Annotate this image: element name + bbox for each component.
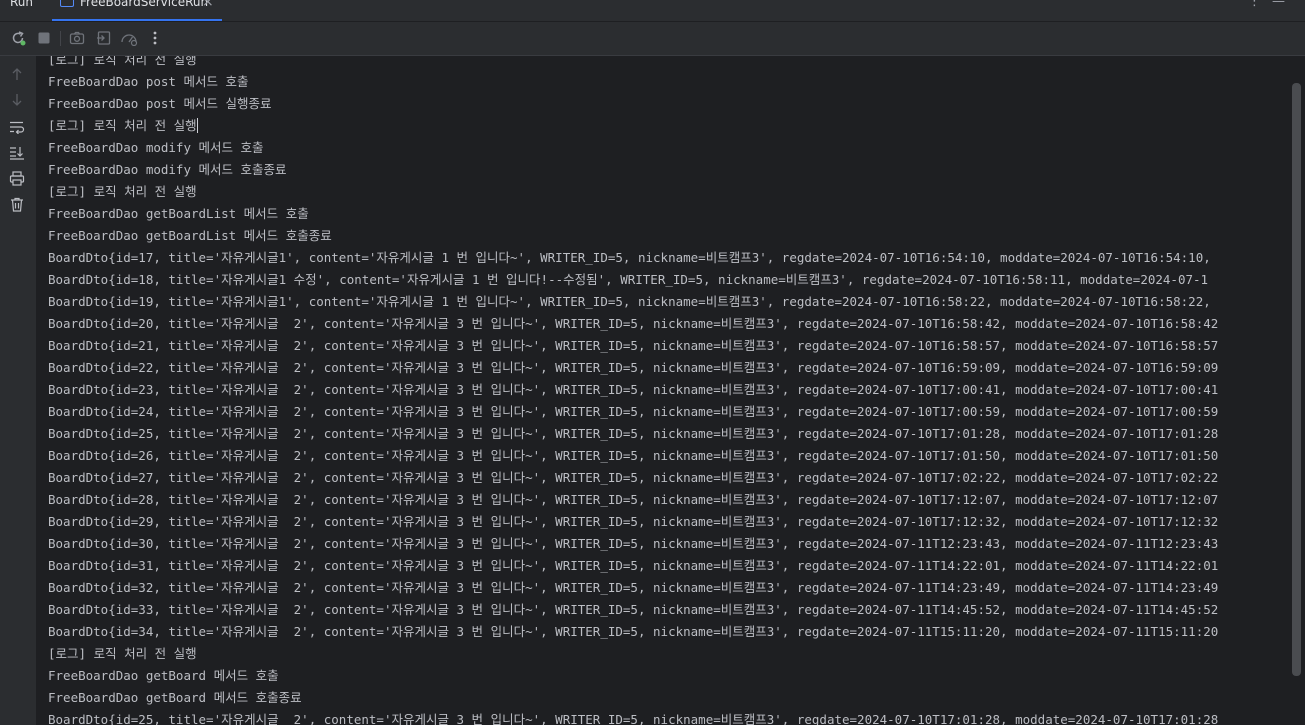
console-line: BoardDto{id=17, title='자유게시글1', content=… — [48, 247, 1218, 269]
console-lines: [로그] 로직 처리 전 실행 FreeBoardDao post 메서드 호출 F… — [48, 56, 1218, 725]
console-line-text: BoardDto{id=18, title='자유게시글1 수정', conte… — [48, 272, 1209, 287]
console-line-text: BoardDto{id=28, title='자유게시글 2', content… — [48, 492, 1219, 507]
console-line-text: BoardDto{id=22, title='자유게시글 2', content… — [48, 360, 1219, 375]
more-vertical-icon[interactable] — [146, 29, 164, 47]
console-line: BoardDto{id=21, title='자유게시글 2', content… — [48, 335, 1218, 357]
arrow-up-icon[interactable] — [8, 65, 26, 83]
console-side-toolbar — [0, 56, 36, 725]
text-caret — [196, 118, 198, 133]
console-line: [로그] 로직 처리 전 실행 — [48, 181, 1218, 203]
console-line-text: FreeBoardDao getBoardList 메서드 호출종료 — [48, 228, 332, 243]
console-line: BoardDto{id=23, title='자유게시글 2', content… — [48, 379, 1218, 401]
exit-icon[interactable] — [95, 29, 113, 47]
console-line-text: BoardDto{id=29, title='자유게시글 2', content… — [48, 514, 1219, 529]
console-tab-icon — [60, 0, 74, 7]
console-line: BoardDto{id=31, title='자유게시글 2', content… — [48, 555, 1218, 577]
more-options-icon[interactable]: ⋮ — [1248, 0, 1261, 9]
console-line: FreeBoardDao modify 메서드 호출 — [48, 137, 1218, 159]
console-line-text: BoardDto{id=23, title='자유게시글 2', content… — [48, 382, 1219, 397]
console-line: BoardDto{id=22, title='자유게시글 2', content… — [48, 357, 1218, 379]
console-line-text: FreeBoardDao post 메서드 호출 — [48, 74, 249, 89]
soft-wrap-icon[interactable] — [8, 118, 26, 136]
dashboard-icon[interactable] — [120, 29, 138, 47]
console-line-text: FreeBoardDao modify 메서드 호출 — [48, 140, 264, 155]
tab-freeboard-service-run[interactable]: FreeBoardServiceRun × — [52, 0, 222, 21]
console-line-text: BoardDto{id=27, title='자유게시글 2', content… — [48, 470, 1219, 485]
console-line: BoardDto{id=24, title='자유게시글 2', content… — [48, 401, 1218, 423]
console-output[interactable]: [로그] 로직 처리 전 실행 FreeBoardDao post 메서드 호출 F… — [36, 56, 1291, 725]
console-line-text: BoardDto{id=20, title='자유게시글 2', content… — [48, 316, 1219, 331]
console-line: FreeBoardDao modify 메서드 호출종료 — [48, 159, 1218, 181]
console-line: BoardDto{id=18, title='자유게시글1 수정', conte… — [48, 269, 1218, 291]
console-line-text: BoardDto{id=25, title='자유게시글 2', content… — [48, 426, 1219, 441]
console-line: [로그] 로직 처리 전 실행 — [48, 115, 1218, 137]
console-line: BoardDto{id=32, title='자유게시글 2', content… — [48, 577, 1218, 599]
console-line-text: FreeBoardDao modify 메서드 호출종료 — [48, 162, 287, 177]
console-line-text: BoardDto{id=17, title='자유게시글1', content=… — [48, 250, 1211, 265]
console-line-text: FreeBoardDao post 메서드 실행종료 — [48, 96, 272, 111]
camera-icon[interactable] — [68, 29, 86, 47]
console-line: BoardDto{id=33, title='자유게시글 2', content… — [48, 599, 1218, 621]
console-line: BoardDto{id=20, title='자유게시글 2', content… — [48, 313, 1218, 335]
console-line-text: BoardDto{id=32, title='자유게시글 2', content… — [48, 580, 1219, 595]
console-line: [로그] 로직 처리 전 실행 — [48, 56, 1218, 71]
console-line: BoardDto{id=25, title='자유게시글 2', content… — [48, 709, 1218, 725]
console-line: BoardDto{id=26, title='자유게시글 2', content… — [48, 445, 1218, 467]
scroll-to-end-icon[interactable] — [8, 144, 26, 162]
console-line: BoardDto{id=25, title='자유게시글 2', content… — [48, 423, 1218, 445]
run-toolbar — [0, 22, 1305, 56]
console-line-text: [로그] 로직 처리 전 실행 — [48, 184, 197, 199]
scrollbar-thumb[interactable] — [1292, 83, 1301, 676]
console-line-text: BoardDto{id=26, title='자유게시글 2', content… — [48, 448, 1219, 463]
console-line: BoardDto{id=19, title='자유게시글1', content=… — [48, 291, 1218, 313]
console-line-text: [로그] 로직 처리 전 실행 — [48, 118, 197, 133]
console-line-text: BoardDto{id=31, title='자유게시글 2', content… — [48, 558, 1219, 573]
stop-icon[interactable] — [35, 29, 53, 47]
trash-icon[interactable] — [8, 195, 26, 213]
tool-window-header: Run FreeBoardServiceRun × ⋮ — — [0, 0, 1305, 22]
arrow-down-icon[interactable] — [8, 91, 26, 109]
run-tool-window-title[interactable]: Run — [10, 0, 33, 9]
console-line-text: FreeBoardDao getBoard 메서드 호출 — [48, 668, 279, 683]
console-line: FreeBoardDao getBoard 메서드 호출 — [48, 665, 1218, 687]
rerun-icon[interactable] — [9, 29, 27, 47]
console-line-text: BoardDto{id=25, title='자유게시글 2', content… — [48, 712, 1219, 725]
console-line: BoardDto{id=27, title='자유게시글 2', content… — [48, 467, 1218, 489]
close-tab-icon[interactable]: × — [202, 0, 214, 10]
console-line-text: BoardDto{id=24, title='자유게시글 2', content… — [48, 404, 1219, 419]
console-line-text: FreeBoardDao getBoardList 메서드 호출 — [48, 206, 309, 221]
console-line-text: FreeBoardDao getBoard 메서드 호출종료 — [48, 690, 302, 705]
console-line: FreeBoardDao getBoardList 메서드 호출종료 — [48, 225, 1218, 247]
console-line: [로그] 로직 처리 전 실행 — [48, 643, 1218, 665]
console-line-text: [로그] 로직 처리 전 실행 — [48, 646, 197, 661]
toolbar-separator — [60, 31, 61, 46]
console-line-text: BoardDto{id=33, title='자유게시글 2', content… — [48, 602, 1219, 617]
print-icon[interactable] — [8, 169, 26, 187]
minimize-icon[interactable]: — — [1272, 0, 1285, 9]
console-line: FreeBoardDao post 메서드 실행종료 — [48, 93, 1218, 115]
console-line-text: BoardDto{id=21, title='자유게시글 2', content… — [48, 338, 1219, 353]
console-line: FreeBoardDao getBoard 메서드 호출종료 — [48, 687, 1218, 709]
console-line: BoardDto{id=34, title='자유게시글 2', content… — [48, 621, 1218, 643]
console-line-text: BoardDto{id=30, title='자유게시글 2', content… — [48, 536, 1219, 551]
tab-label: FreeBoardServiceRun — [80, 0, 209, 9]
console-line-text: [로그] 로직 처리 전 실행 — [48, 56, 197, 67]
console-line: FreeBoardDao post 메서드 호출 — [48, 71, 1218, 93]
console-line: BoardDto{id=30, title='자유게시글 2', content… — [48, 533, 1218, 555]
console-line-text: BoardDto{id=34, title='자유게시글 2', content… — [48, 624, 1219, 639]
console-line: BoardDto{id=28, title='자유게시글 2', content… — [48, 489, 1218, 511]
console-line: FreeBoardDao getBoardList 메서드 호출 — [48, 203, 1218, 225]
console-line: BoardDto{id=29, title='자유게시글 2', content… — [48, 511, 1218, 533]
console-line-text: BoardDto{id=19, title='자유게시글1', content=… — [48, 294, 1211, 309]
